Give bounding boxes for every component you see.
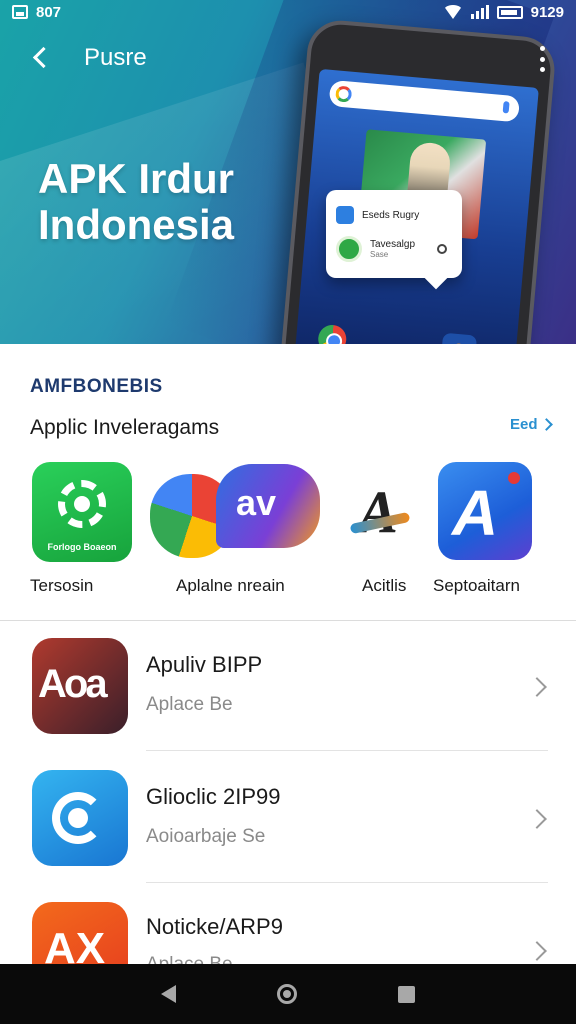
chat-bubbles-icon[interactable]: av: [150, 462, 320, 562]
hero-title-line1: APK Irdur: [38, 155, 235, 202]
more-options-icon[interactable]: [536, 46, 548, 72]
brand-label: AMFBONEBIS: [30, 376, 163, 397]
hero-title-line2: Indonesia: [38, 201, 235, 248]
list-item-subtitle: Aplace Be: [146, 694, 233, 715]
back-arrow-icon[interactable]: [26, 42, 56, 72]
ax-app-icon: AX: [32, 902, 128, 964]
popup-row2-title: Tavesalgp: [370, 239, 416, 250]
wifi-icon: [442, 5, 463, 19]
see-all-label: Eed: [510, 416, 538, 433]
section-title: Applic Inveleragams: [30, 416, 220, 439]
featured-app-label[interactable]: Aplalne nreain: [176, 576, 285, 596]
list-item-title: Noticke/ARP9: [146, 914, 283, 939]
phone-mockup: [278, 17, 558, 344]
section-divider: [0, 620, 576, 621]
list-item-title: Glioclic 2IP99: [146, 784, 281, 809]
google-logo-icon: [334, 85, 353, 103]
featured-icon-text: A: [452, 477, 499, 549]
list-item-title: Apuliv BIPP: [146, 652, 263, 677]
see-all-link[interactable]: Eed: [510, 416, 553, 433]
featured-app-label[interactable]: Acitlis: [362, 576, 406, 596]
popup-row1-text: Eseds Rugry: [362, 209, 420, 221]
phone-popup-card: Eseds Rugry Tavesalgp Sase: [326, 190, 462, 278]
nav-home-icon[interactable]: [276, 984, 297, 1004]
featured-icon-text: Forlogo Boaeon: [47, 542, 117, 552]
aoa-app-icon: Aoa: [32, 638, 128, 734]
hero-title: APK Irdur Indonesia: [38, 156, 234, 248]
chrome-icon: [317, 323, 348, 344]
list-item[interactable]: AX Noticke/ARP9 Aplace Be: [0, 886, 576, 964]
search-icon: [437, 244, 448, 254]
list-icon-text: Aoa: [38, 662, 108, 706]
featured-icon-text: av: [236, 482, 277, 523]
nav-title: Pusre: [84, 44, 147, 71]
battery-icon: [496, 5, 523, 19]
gallery-notification-icon: [12, 5, 28, 19]
chevron-right-icon: [539, 418, 553, 431]
phone-search-bar: [328, 79, 521, 123]
chevron-right-icon: [527, 941, 547, 961]
status-time: 9129: [530, 3, 564, 21]
featured-app-label[interactable]: Septoaitarn: [433, 576, 520, 596]
content-area: AMFBONEBIS Applic Inveleragams Eed Forlo…: [0, 344, 576, 964]
featured-icon-text: A: [358, 479, 399, 545]
status-bar: 807 9129: [0, 0, 576, 24]
list-item-subtitle: Aplace Be: [146, 954, 233, 964]
row-divider: [146, 882, 548, 883]
row-divider: [146, 750, 548, 751]
chevron-right-icon: [527, 809, 547, 829]
list-item-subtitle: Aoioarbaje Se: [146, 826, 266, 847]
popup-app-icon: [336, 206, 354, 224]
mic-icon: [502, 101, 510, 114]
nav-back-icon[interactable]: [160, 985, 176, 1003]
status-left-text: 807: [36, 3, 62, 21]
system-nav-bar: [0, 964, 576, 1024]
green-gear-icon[interactable]: Forlogo Boaeon: [32, 462, 132, 562]
chevron-right-icon: [527, 677, 547, 697]
list-item[interactable]: Glioclic 2IP99 Aoioarbaje Se: [0, 754, 576, 886]
stylized-a-icon[interactable]: A: [349, 462, 416, 562]
featured-app-label[interactable]: Tersosin: [30, 576, 93, 596]
phone-dock: [294, 314, 518, 344]
popup-green-icon: [336, 236, 362, 262]
nav-recents-icon[interactable]: [398, 985, 416, 1003]
dock-app-icon: [440, 332, 478, 344]
popup-row2-sub: Sase: [370, 250, 389, 259]
blue-a-icon[interactable]: A: [438, 462, 532, 560]
signal-ring-icon: [32, 770, 128, 866]
list-icon-text: AX: [44, 924, 106, 964]
signal-icon: [470, 5, 489, 19]
list-item[interactable]: Aoa Apuliv BIPP Aplace Be: [0, 622, 576, 754]
hero-banner: Pusre APK Irdur Indonesia Eseds Rugry Ta…: [0, 0, 576, 344]
